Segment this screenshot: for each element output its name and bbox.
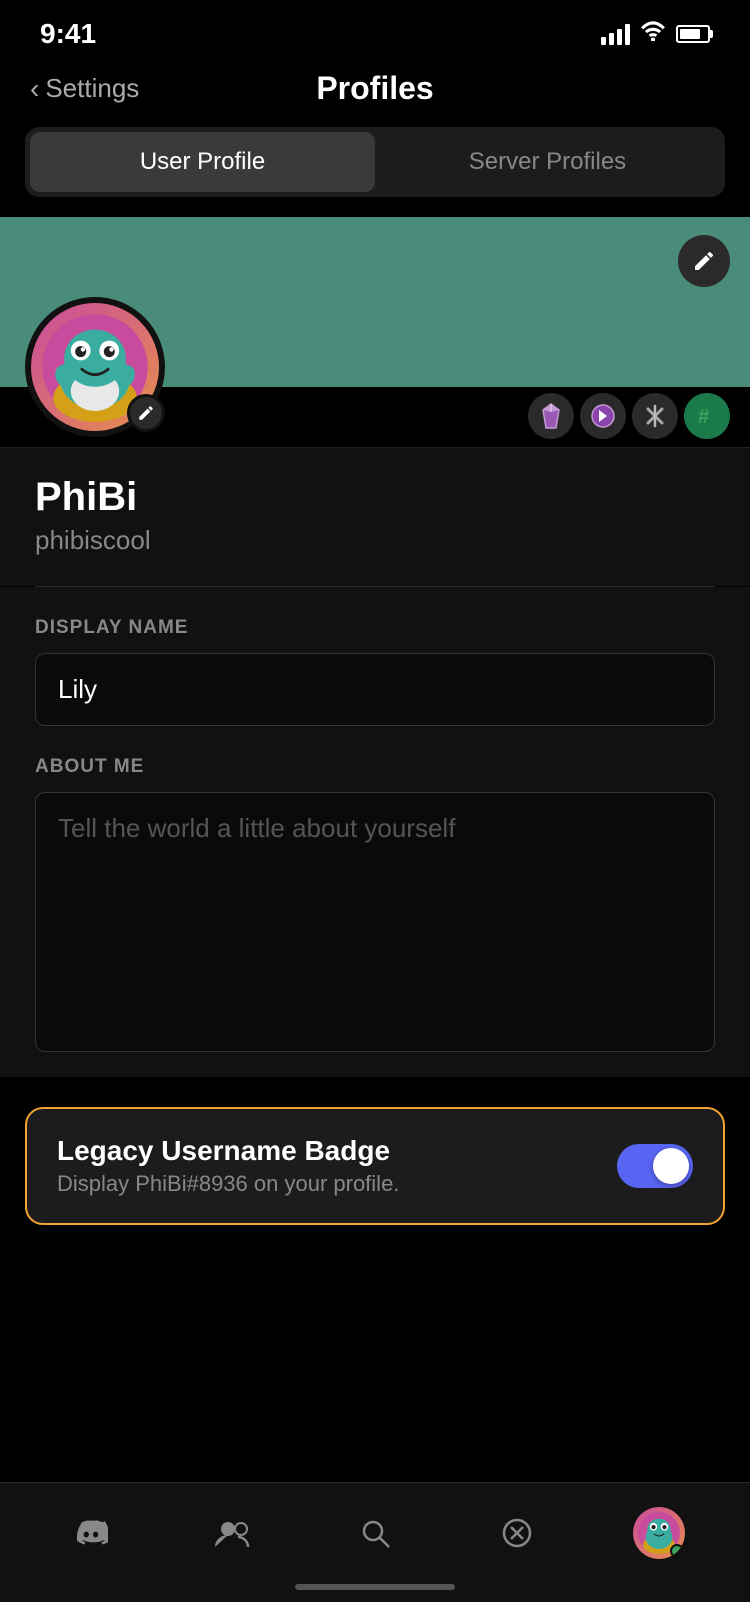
nav-header: ‹ Settings Profiles [0, 60, 750, 127]
profile-banner-section: # [0, 217, 750, 447]
crystal-icon [540, 402, 562, 430]
tab-server-profiles[interactable]: Server Profiles [375, 132, 720, 192]
search-icon [349, 1507, 401, 1559]
badge-hashtag: # [684, 393, 730, 439]
online-indicator [670, 1544, 684, 1558]
badge-crystal [528, 393, 574, 439]
profile-username-tag: phibiscool [35, 525, 715, 556]
status-bar: 9:41 [0, 0, 750, 60]
battery-icon [676, 25, 710, 43]
legacy-badge-container: Legacy Username Badge Display PhiBi#8936… [25, 1107, 725, 1225]
badge-tools [632, 393, 678, 439]
discord-icon [65, 1507, 117, 1559]
badge-nitro [580, 393, 626, 439]
page-title: Profiles [316, 70, 433, 107]
home-indicator [295, 1584, 455, 1590]
hashtag-icon: # [695, 404, 719, 428]
mentions-icon [491, 1507, 543, 1559]
legacy-badge-title: Legacy Username Badge [57, 1135, 597, 1167]
back-label: Settings [45, 73, 139, 104]
nav-profile-avatar [633, 1507, 685, 1559]
status-time: 9:41 [40, 18, 96, 50]
legacy-badge-text: Legacy Username Badge Display PhiBi#8936… [57, 1135, 597, 1197]
display-name-label: DISPLAY NAME [35, 617, 715, 639]
display-name-input[interactable] [35, 653, 715, 726]
wifi-icon [640, 21, 666, 47]
form-section: DISPLAY NAME ABOUT ME [0, 587, 750, 1077]
pencil-icon [692, 249, 716, 273]
nitro-icon [590, 403, 616, 429]
tools-icon [642, 403, 668, 429]
back-chevron-icon: ‹ [30, 73, 39, 105]
edit-banner-button[interactable] [678, 235, 730, 287]
nav-friends[interactable] [187, 1497, 279, 1569]
pencil-small-icon [137, 404, 155, 422]
friends-icon [207, 1507, 259, 1559]
status-icons [601, 21, 710, 47]
toggle-knob [653, 1148, 689, 1184]
profile-info-section: PhiBi phibiscool [0, 447, 750, 586]
back-button[interactable]: ‹ Settings [30, 73, 139, 105]
badges-row: # [528, 393, 730, 439]
about-me-label: ABOUT ME [35, 756, 715, 778]
svg-text:#: # [698, 406, 709, 428]
nav-profile[interactable] [613, 1497, 705, 1569]
about-me-input[interactable] [35, 792, 715, 1052]
nav-search[interactable] [329, 1497, 421, 1569]
tab-switcher: User Profile Server Profiles [25, 127, 725, 197]
avatar-wrapper [25, 297, 165, 437]
nav-home[interactable] [45, 1497, 137, 1569]
signal-icon [601, 23, 630, 45]
legacy-badge-toggle[interactable] [617, 1144, 693, 1188]
nav-mentions[interactable] [471, 1497, 563, 1569]
profile-display-name: PhiBi [35, 473, 715, 521]
legacy-badge-description: Display PhiBi#8936 on your profile. [57, 1171, 597, 1197]
edit-avatar-button[interactable] [127, 394, 165, 432]
tab-user-profile[interactable]: User Profile [30, 132, 375, 192]
